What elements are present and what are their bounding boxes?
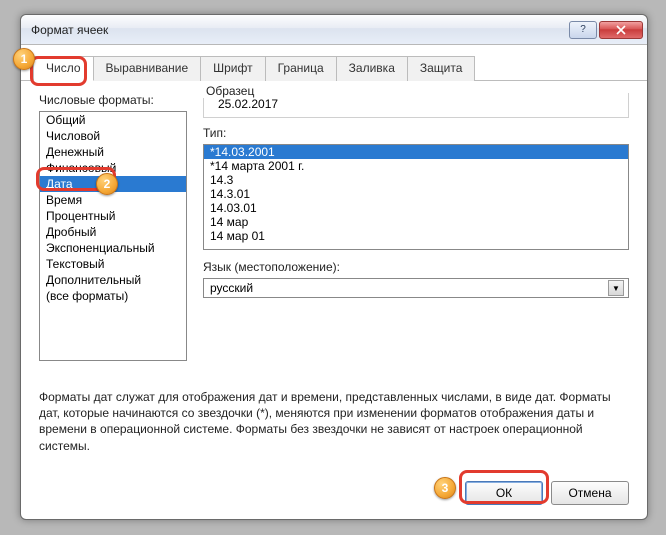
category-item[interactable]: Процентный (40, 208, 186, 224)
ok-button-label: ОК (496, 486, 512, 500)
close-button[interactable] (599, 21, 643, 39)
type-label: Тип: (203, 126, 629, 140)
category-listbox[interactable]: ОбщийЧисловойДенежныйФинансовыйДатаВремя… (39, 111, 187, 361)
tab-bar: ЧислоВыравниваниеШрифтГраницаЗаливкаЗащи… (21, 45, 647, 81)
window-buttons: ? (569, 21, 643, 39)
type-item[interactable]: 14.3 (204, 173, 628, 187)
category-item[interactable]: Денежный (40, 144, 186, 160)
category-item[interactable]: Числовой (40, 128, 186, 144)
type-item[interactable]: 14.3.01 (204, 187, 628, 201)
type-listbox[interactable]: *14.03.2001*14 марта 2001 г.14.314.3.011… (203, 144, 629, 250)
description-text: Форматы дат служат для отображения дат и… (39, 389, 629, 454)
category-item[interactable]: Финансовый (40, 160, 186, 176)
categories-label: Числовые форматы: (39, 93, 187, 107)
help-button[interactable]: ? (569, 21, 597, 39)
dialog-body: Числовые форматы: ОбщийЧисловойДенежныйФ… (21, 81, 647, 473)
type-item[interactable]: 14.03.01 (204, 201, 628, 215)
category-item[interactable]: (все форматы) (40, 288, 186, 304)
language-label: Язык (местоположение): (203, 260, 629, 274)
language-select[interactable]: русский ▼ (203, 278, 629, 298)
category-item[interactable]: Общий (40, 112, 186, 128)
tab-5[interactable]: Защита (407, 56, 476, 81)
language-value: русский (210, 281, 608, 295)
sample-frame: 25.02.2017 (203, 93, 629, 118)
type-item[interactable]: *14.03.2001 (204, 145, 628, 159)
category-item[interactable]: Экспоненциальный (40, 240, 186, 256)
category-item[interactable]: Дробный (40, 224, 186, 240)
cancel-button[interactable]: Отмена (551, 481, 629, 505)
tab-0[interactable]: Число (33, 56, 94, 81)
tab-2[interactable]: Шрифт (200, 56, 265, 81)
tab-4[interactable]: Заливка (336, 56, 408, 81)
close-icon (616, 25, 626, 35)
chevron-down-icon: ▼ (608, 280, 624, 296)
type-item[interactable]: 14 мар 01 (204, 229, 628, 243)
titlebar[interactable]: Формат ячеек ? (21, 15, 647, 45)
category-item[interactable]: Время (40, 192, 186, 208)
dialog-footer: ОК Отмена (21, 473, 647, 519)
category-item[interactable]: Дата (40, 176, 186, 192)
window-title: Формат ячеек (31, 23, 569, 37)
category-item[interactable]: Текстовый (40, 256, 186, 272)
format-cells-dialog: Формат ячеек ? ЧислоВыравниваниеШрифтГра… (20, 14, 648, 520)
category-item[interactable]: Дополнительный (40, 272, 186, 288)
ok-button[interactable]: ОК (465, 481, 543, 505)
sample-value: 25.02.2017 (212, 97, 620, 111)
tab-3[interactable]: Граница (265, 56, 337, 81)
type-item[interactable]: *14 марта 2001 г. (204, 159, 628, 173)
tab-1[interactable]: Выравнивание (93, 56, 202, 81)
type-item[interactable]: 14 мар (204, 215, 628, 229)
cancel-button-label: Отмена (568, 486, 611, 500)
